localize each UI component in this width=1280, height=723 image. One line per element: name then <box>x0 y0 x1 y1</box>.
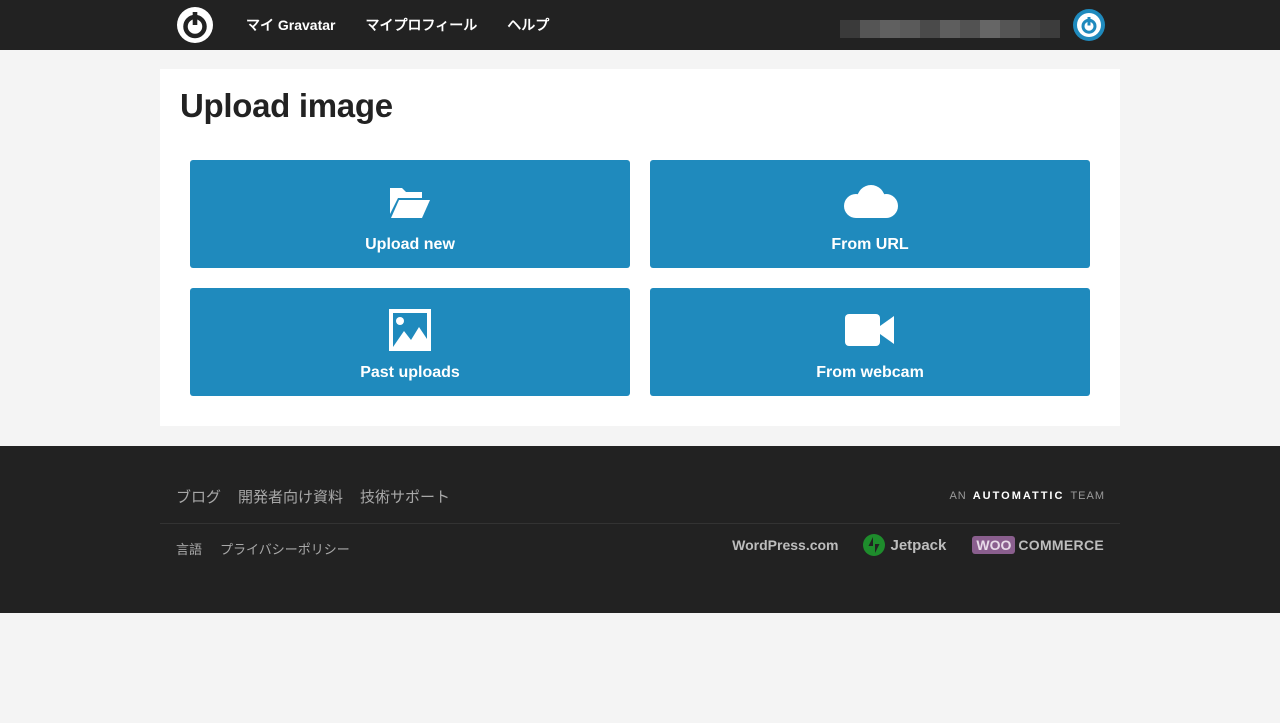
jetpack-icon <box>862 534 885 556</box>
footer-link-support[interactable]: 技術サポート <box>360 486 450 507</box>
tile-label: Upload new <box>365 236 455 253</box>
automattic-logo: AUTOMATTIC <box>972 490 1065 502</box>
automattic-team-link[interactable]: AN AUTOMATTIC TEAM <box>949 490 1105 502</box>
folder-open-icon <box>390 188 430 218</box>
jetpack-link[interactable]: Jetpack <box>862 534 947 556</box>
commerce-label: COMMERCE <box>1018 537 1104 553</box>
footer: ブログ 開発者向け資料 技術サポート AN AUTOMATTIC TEAM 言語 プ… <box>0 446 1280 613</box>
nav-my-profile[interactable]: マイプロフィール <box>365 0 477 50</box>
tile-label: From URL <box>831 236 909 253</box>
footer-secondary-links: 言語 プライバシーポリシー <box>176 539 368 558</box>
upload-image-panel: Upload image Upload new From URL Past up… <box>160 69 1120 426</box>
main-nav: マイ Gravatar マイプロフィール ヘルプ <box>246 0 579 50</box>
woocommerce-link[interactable]: WOO COMMERCE <box>972 536 1104 554</box>
footer-primary-links: ブログ 開発者向け資料 技術サポート <box>176 486 467 507</box>
redacted-user-email <box>840 20 1060 38</box>
past-uploads-button[interactable]: Past uploads <box>190 288 630 396</box>
cloud-icon <box>844 185 898 218</box>
nav-help[interactable]: ヘルプ <box>507 0 549 50</box>
jetpack-label: Jetpack <box>890 536 947 554</box>
nav-my-gravatar[interactable]: マイ Gravatar <box>246 0 335 50</box>
footer-link-developers[interactable]: 開発者向け資料 <box>238 486 343 507</box>
page-title: Upload image <box>180 87 393 124</box>
gravatar-logo-icon[interactable] <box>177 7 213 43</box>
from-url-button[interactable]: From URL <box>650 160 1090 268</box>
tile-label: Past uploads <box>360 364 460 381</box>
wordpress-com-link[interactable]: WordPress.com <box>732 537 838 553</box>
video-camera-icon <box>845 314 894 346</box>
top-navigation-bar: マイ Gravatar マイプロフィール ヘルプ <box>0 0 1280 50</box>
user-avatar[interactable] <box>1073 9 1105 41</box>
from-webcam-button[interactable]: From webcam <box>650 288 1090 396</box>
tile-label: From webcam <box>816 364 924 381</box>
woo-badge: WOO <box>972 536 1016 554</box>
image-icon <box>389 309 431 351</box>
upload-new-button[interactable]: Upload new <box>190 160 630 268</box>
footer-link-privacy[interactable]: プライバシーポリシー <box>220 539 350 558</box>
automattic-suffix: TEAM <box>1070 490 1105 502</box>
footer-brands: WordPress.com Jetpack WOO COMMERCE <box>732 534 1104 556</box>
automattic-prefix: AN <box>949 490 967 502</box>
footer-divider <box>160 523 1120 524</box>
footer-link-blog[interactable]: ブログ <box>176 486 221 507</box>
footer-link-language[interactable]: 言語 <box>176 539 202 558</box>
